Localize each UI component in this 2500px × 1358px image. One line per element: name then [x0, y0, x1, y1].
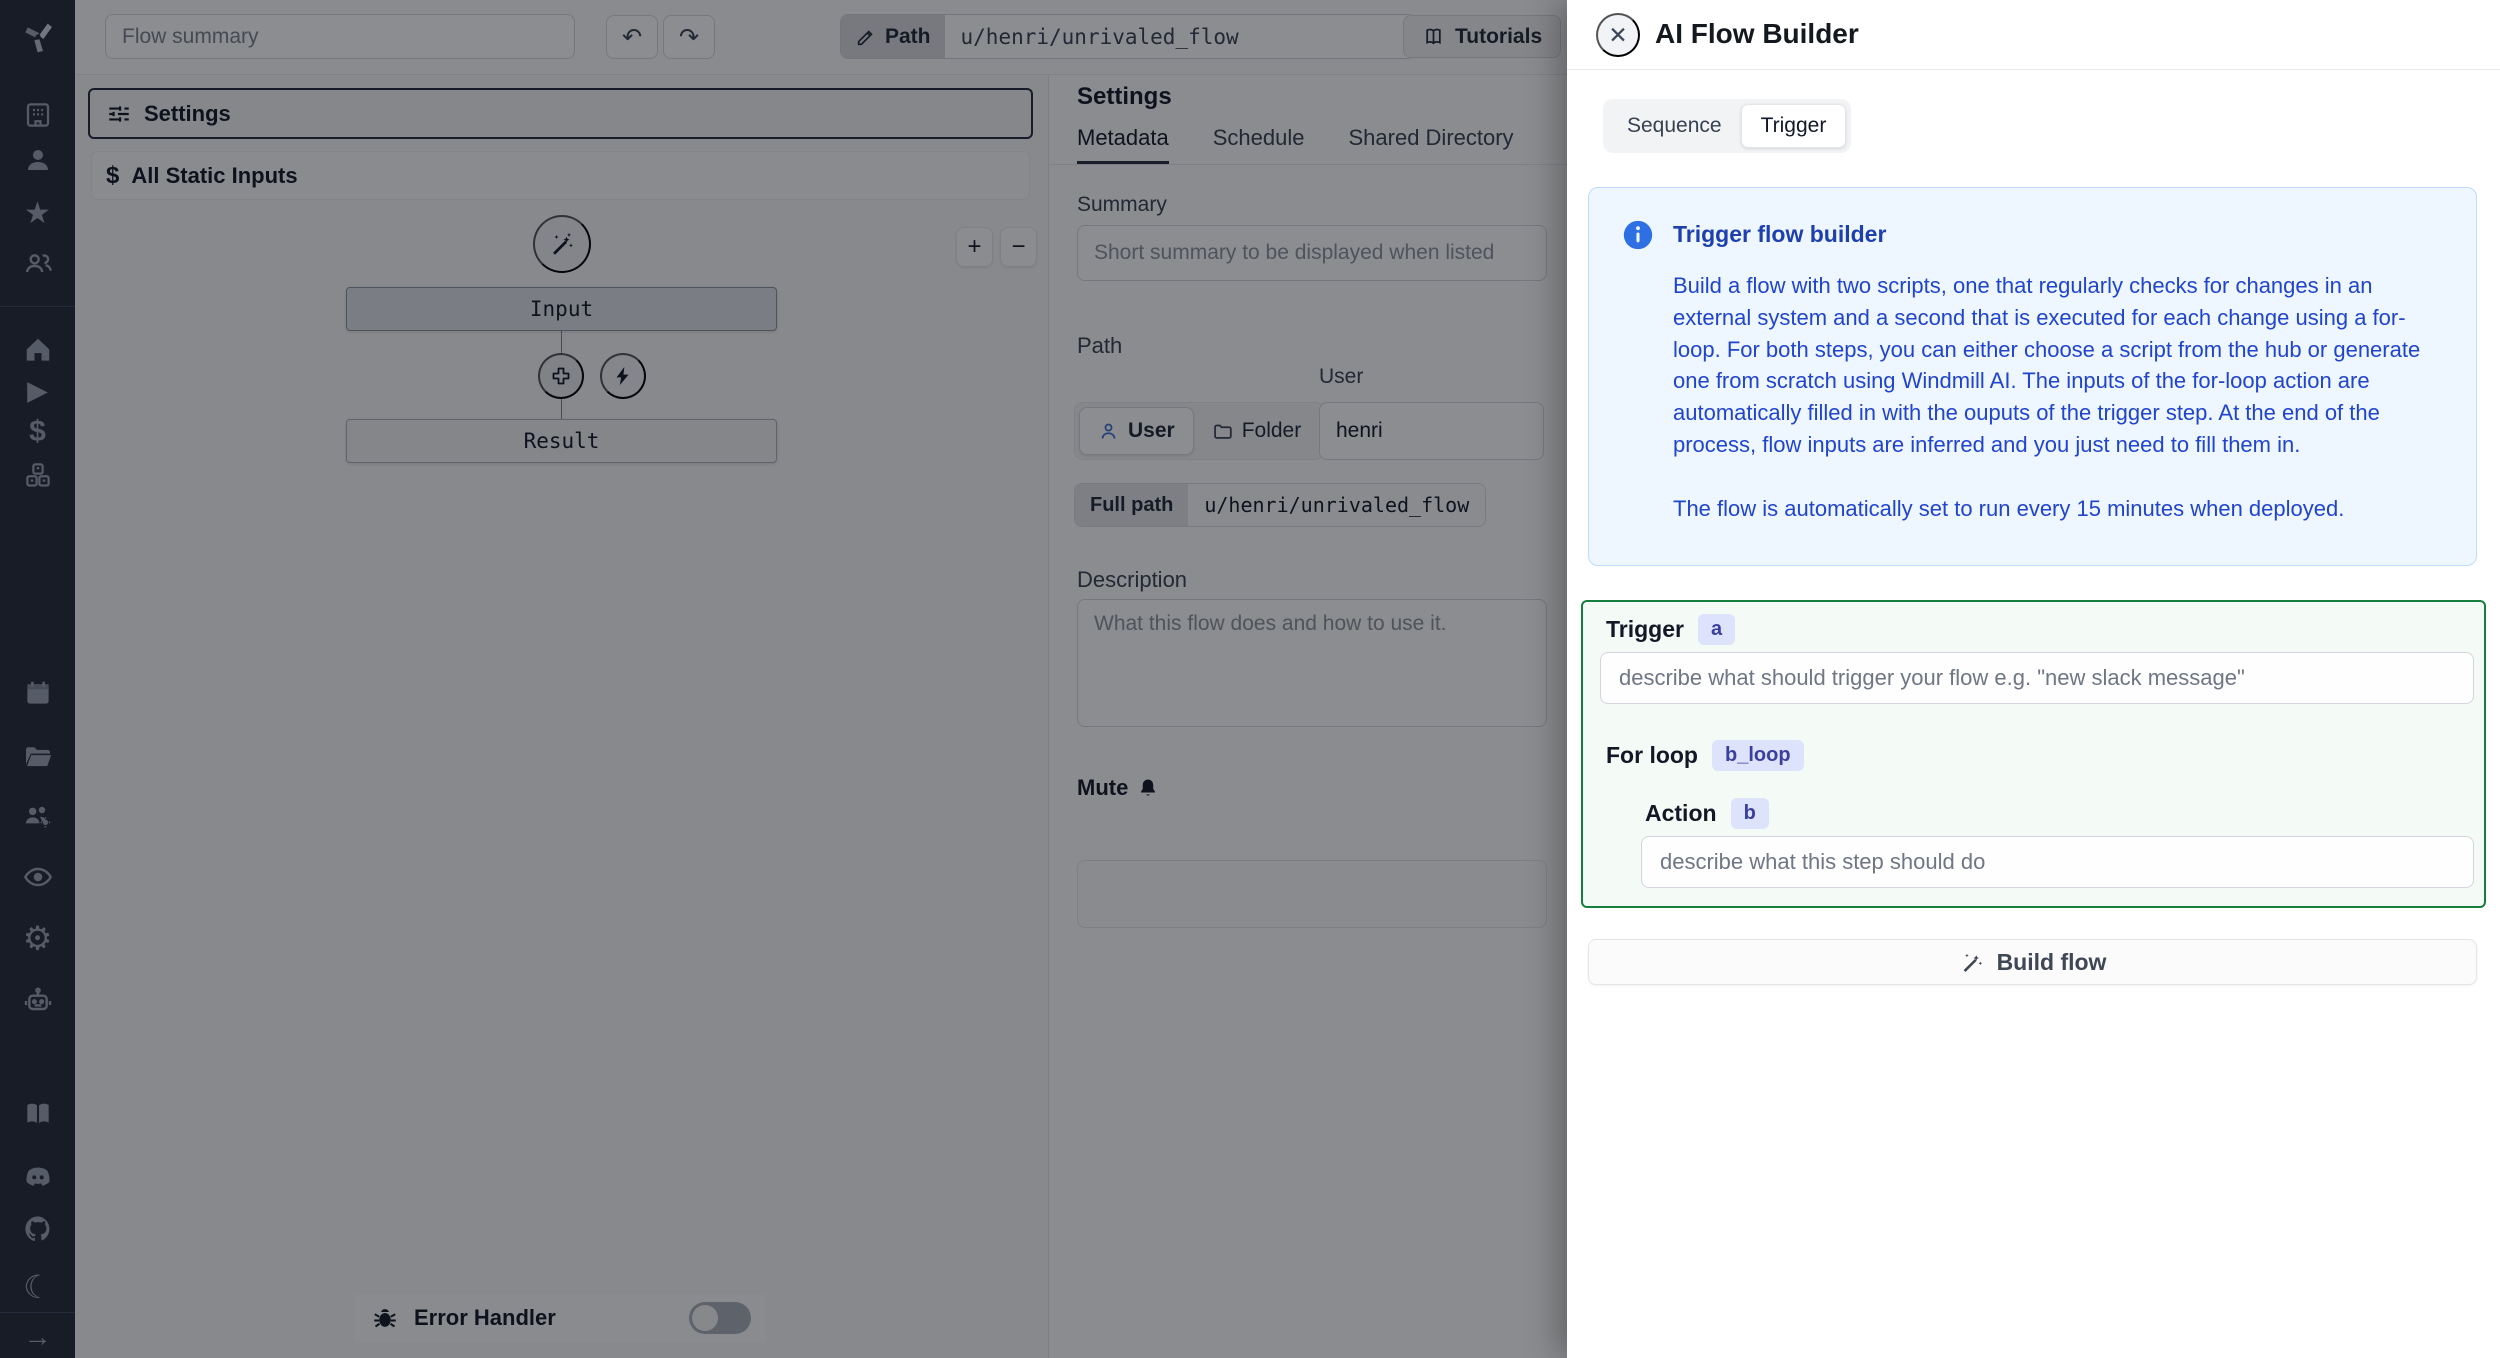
close-icon: ✕ [1608, 21, 1628, 48]
trigger-description-input[interactable] [1600, 652, 2474, 704]
action-step-badge: b [1730, 798, 1769, 829]
magic-wand-icon [1963, 953, 1982, 972]
build-flow-label: Build flow [1996, 948, 2107, 975]
build-flow-button[interactable]: Build flow [1588, 939, 2477, 985]
drawer-backdrop[interactable] [0, 0, 1567, 1358]
drawer-header: ✕ AI Flow Builder [1567, 0, 2500, 70]
trigger-label: Trigger [1606, 616, 1684, 642]
forloop-step-badge: b_loop [1711, 740, 1804, 771]
info-title: Trigger flow builder [1673, 221, 1887, 247]
ai-flow-builder-drawer: ✕ AI Flow Builder Sequence Trigger Trigg… [1567, 0, 2500, 1358]
trigger-info-box: Trigger flow builder Build a flow with t… [1588, 187, 2477, 566]
info-body: Build a flow with two scripts, one that … [1673, 273, 2421, 457]
trigger-config-box: Trigger a For loop b_loop Action b [1581, 600, 2486, 908]
trigger-step-badge: a [1697, 614, 1736, 645]
builder-mode-tabs: Sequence Trigger [1603, 99, 1852, 153]
info-footer: The flow is automatically set to run eve… [1673, 495, 2345, 521]
action-label: Action [1645, 800, 1717, 826]
tab-trigger[interactable]: Trigger [1740, 104, 1847, 148]
close-drawer-button[interactable]: ✕ [1596, 13, 1640, 57]
drawer-title: AI Flow Builder [1655, 18, 1859, 49]
action-description-input[interactable] [1641, 836, 2474, 888]
tab-sequence[interactable]: Sequence [1608, 105, 1741, 147]
forloop-label: For loop [1606, 742, 1698, 768]
info-icon [1623, 220, 1653, 250]
